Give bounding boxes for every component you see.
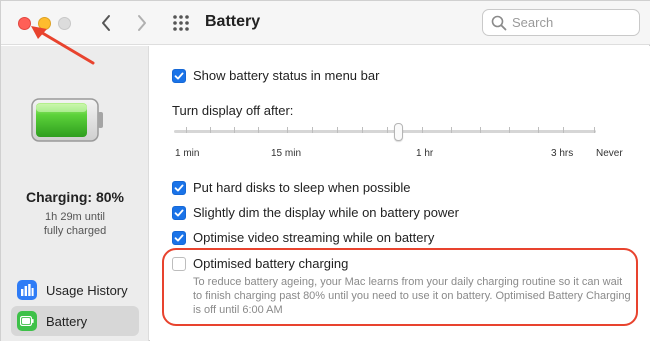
show-all-button[interactable] xyxy=(171,13,191,33)
slider-tick xyxy=(563,127,564,133)
checkmark-icon xyxy=(174,209,184,216)
charging-time-remaining: 1h 29m until fully charged xyxy=(1,210,149,238)
sidebar: Charging: 80% 1h 29m until fully charged… xyxy=(1,46,149,341)
slider-tick xyxy=(186,127,187,133)
dim-display-checkbox[interactable] xyxy=(172,205,186,220)
slider-tick xyxy=(312,127,313,133)
slider-tick-label: 3 hrs xyxy=(551,148,574,159)
sidebar-item-battery[interactable]: Battery xyxy=(11,306,139,336)
search-field[interactable]: Search xyxy=(482,9,640,36)
search-icon xyxy=(491,15,507,31)
grid-icon xyxy=(173,15,189,31)
slider-tick xyxy=(509,127,510,133)
search-placeholder: Search xyxy=(512,15,554,30)
dim-display-label: Slightly dim the display while on batter… xyxy=(193,205,459,220)
show-battery-status-checkbox[interactable] xyxy=(172,68,186,83)
slider-tick xyxy=(538,127,539,133)
sidebar-item-label: Usage History xyxy=(46,282,128,298)
page-title: Battery xyxy=(205,13,261,30)
slider-tick xyxy=(422,127,423,133)
slider-tick xyxy=(337,127,338,133)
annotation-highlight-ring xyxy=(162,248,638,326)
slider-tick xyxy=(387,127,388,133)
battery-icon xyxy=(17,311,37,331)
sleep-hard-disks-label: Put hard disks to sleep when possible xyxy=(193,180,411,195)
checkmark-icon xyxy=(174,72,184,79)
slider-tick-label: Never xyxy=(596,148,623,159)
show-battery-status-option[interactable]: Show battery status in menu bar xyxy=(172,68,379,83)
checkmark-icon xyxy=(174,184,184,191)
slider-tick-label: 1 hr xyxy=(416,148,434,159)
slider-tick xyxy=(258,127,259,133)
optimise-video-streaming-checkbox[interactable] xyxy=(172,230,186,245)
slider-tick xyxy=(362,127,363,133)
slider-tick xyxy=(210,127,211,133)
sidebar-item-label: Battery xyxy=(46,313,88,329)
slider-knob[interactable] xyxy=(394,123,403,141)
slider-tick xyxy=(451,127,452,133)
sidebar-item-usage-history[interactable]: Usage History xyxy=(11,275,139,305)
checkmark-icon xyxy=(174,234,184,241)
sleep-hard-disks-option[interactable]: Put hard disks to sleep when possible xyxy=(172,180,411,195)
sleep-hard-disks-checkbox[interactable] xyxy=(172,180,186,195)
battery-settings-panel: Show battery status in menu bar Turn dis… xyxy=(150,46,650,341)
battery-charging-icon xyxy=(31,98,103,142)
forward-button[interactable] xyxy=(132,11,152,35)
chart-bars-icon xyxy=(17,280,37,300)
annotation-arrow-icon xyxy=(31,26,95,65)
slider-tick xyxy=(234,127,235,133)
slider-tick xyxy=(594,127,595,133)
slider-tick xyxy=(480,127,481,133)
turn-display-off-slider[interactable] xyxy=(174,130,596,133)
slider-tick-label: 1 min xyxy=(175,148,200,159)
show-battery-status-label: Show battery status in menu bar xyxy=(193,68,380,83)
charging-time: 1h 29m until xyxy=(45,211,105,223)
charging-state: fully charged xyxy=(43,225,107,237)
slider-tick xyxy=(287,127,288,133)
slider-tick-label: 15 min xyxy=(271,148,302,159)
optimise-video-streaming-label: Optimise video streaming while on batter… xyxy=(193,230,435,245)
turn-display-off-label: Turn display off after: xyxy=(172,103,294,118)
charging-status: Charging: 80% xyxy=(25,189,124,205)
dim-display-option[interactable]: Slightly dim the display while on batter… xyxy=(172,205,459,220)
optimise-video-streaming-option[interactable]: Optimise video streaming while on batter… xyxy=(172,230,434,245)
chevron-right-icon xyxy=(138,15,146,31)
system-preferences-window: Battery Search Charging: 80% 1h 29m unti… xyxy=(0,0,650,341)
